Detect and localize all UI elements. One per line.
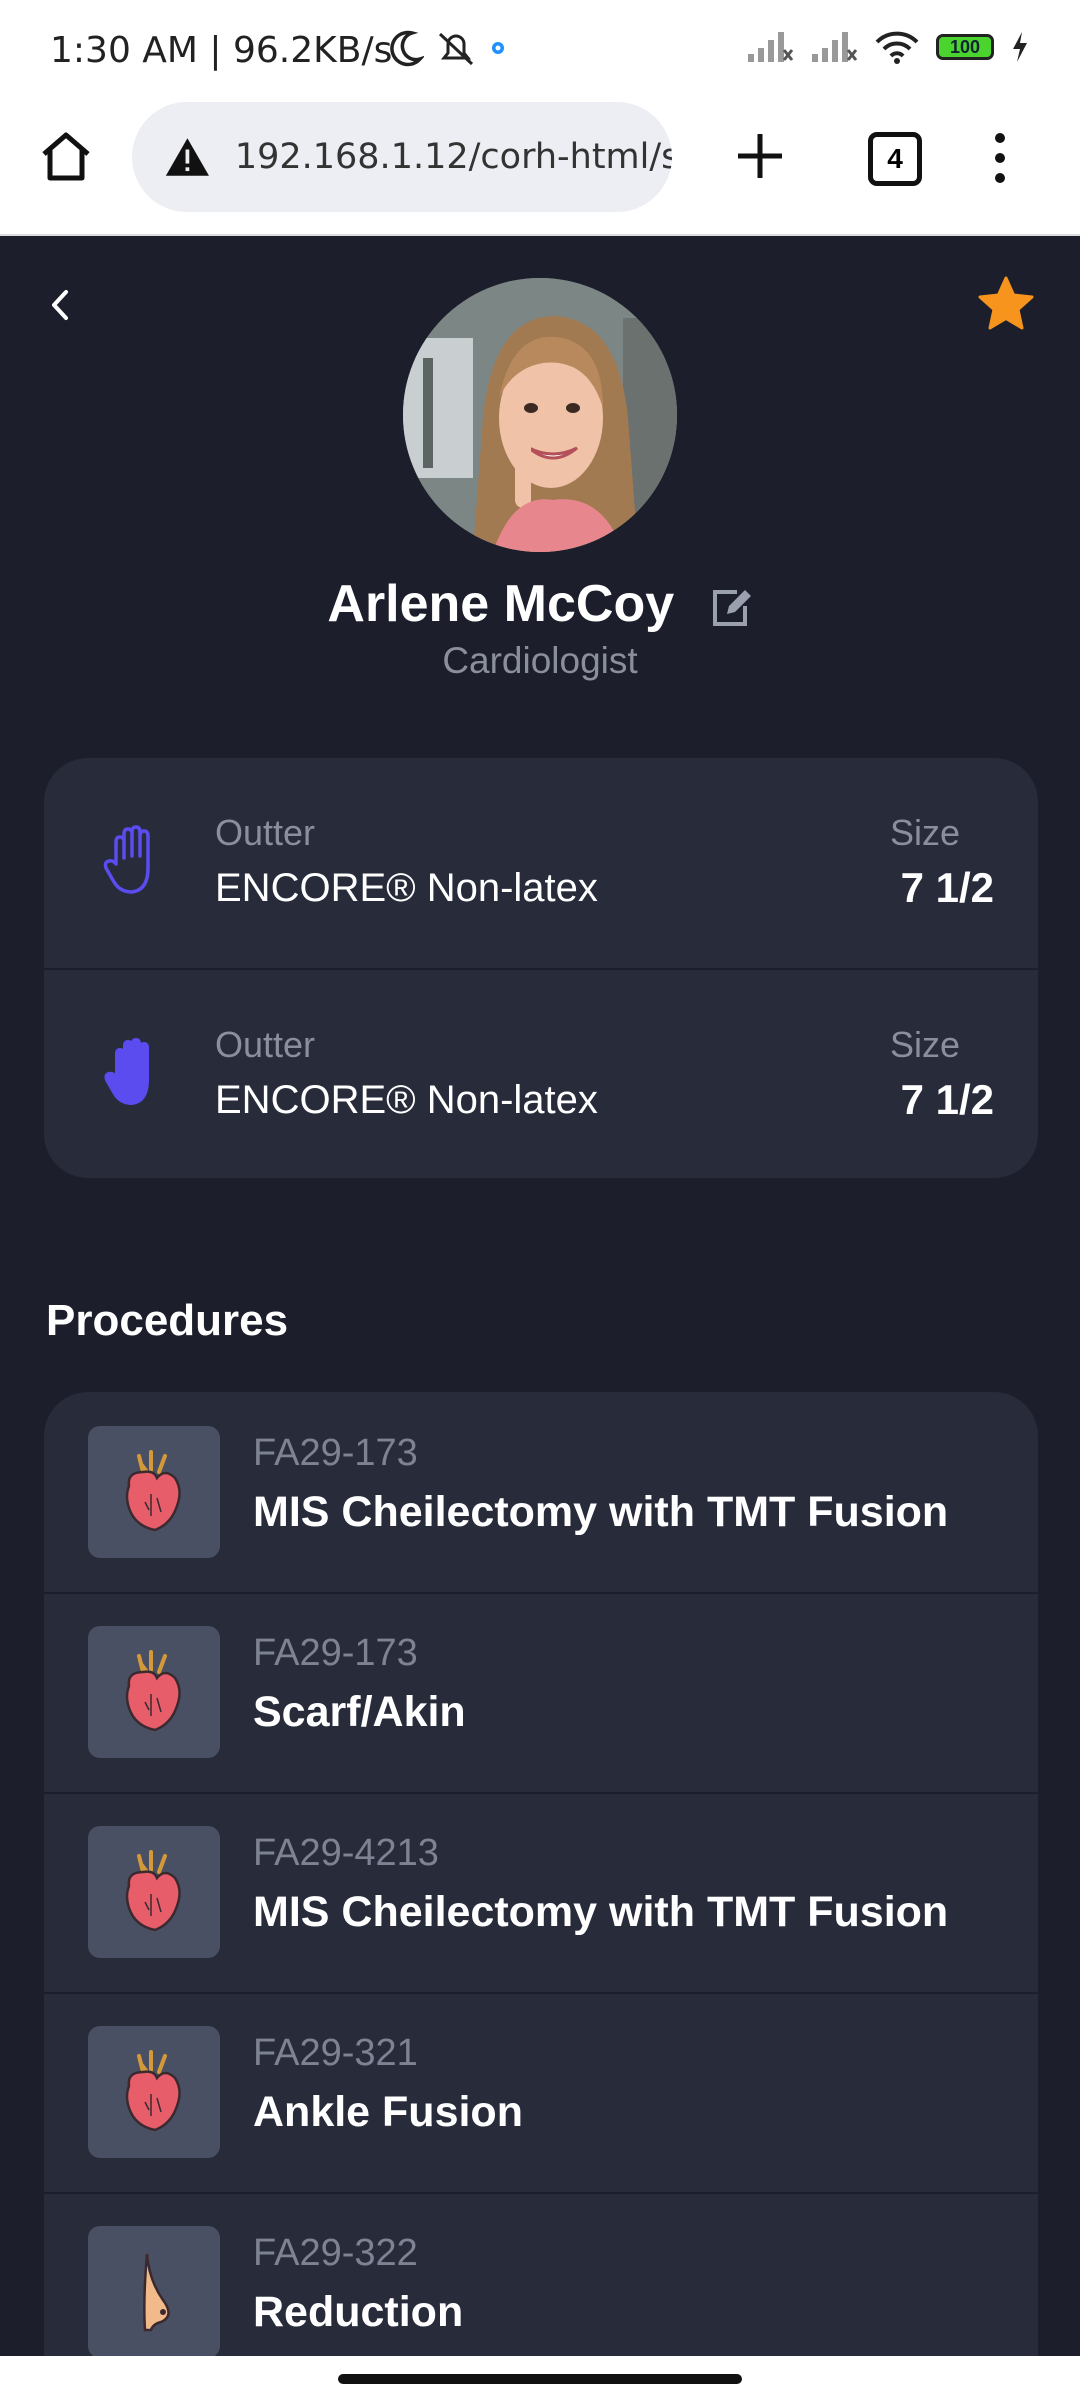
profile-name-row: Arlene McCoy (0, 574, 1080, 634)
status-bar: 1:30 AM | 96.2KB/s 100 (0, 0, 1080, 100)
profile-role: Cardiologist (442, 640, 638, 681)
wifi-icon (875, 31, 919, 64)
status-time: 1:30 AM | 96.2KB/s (50, 30, 393, 71)
procedure-code: FA29-321 (253, 2032, 418, 2074)
glove-name: ENCORE® Non-latex (215, 1078, 598, 1122)
procedure-thumbnail (88, 2226, 220, 2358)
glove-row[interactable]: Outter ENCORE® Non-latex Size 7 1/2 (44, 758, 1038, 968)
procedure-item[interactable]: FA29-173 MIS Cheilectomy with TMT Fusion (44, 1392, 1038, 1594)
procedure-thumbnail (88, 2026, 220, 2158)
battery-indicator: 100 (936, 34, 994, 60)
size-label: Size (889, 812, 960, 853)
size-value: 7 1/2 (900, 1076, 994, 1123)
heart-icon (125, 1850, 181, 1932)
procedures-list: FA29-173 MIS Cheilectomy with TMT Fusion… (44, 1392, 1038, 2392)
breast-icon (143, 2253, 170, 2332)
signal-icon (748, 32, 794, 62)
avatar-photo (403, 278, 677, 552)
procedure-code: FA29-4213 (253, 1832, 439, 1874)
gloves-card: Outter ENCORE® Non-latex Size 7 1/2 Outt… (44, 758, 1038, 1178)
url-text[interactable]: 192.168.1.12/corh-html/su (235, 137, 672, 177)
app-dot-icon (492, 42, 504, 54)
procedure-code: FA29-173 (253, 1432, 418, 1474)
procedure-title: Scarf/Akin (253, 1688, 466, 1736)
back-arrow-icon[interactable] (40, 280, 80, 330)
url-bar[interactable]: 192.168.1.12/corh-html/su (132, 102, 672, 212)
procedure-item[interactable]: FA29-173 Scarf/Akin (44, 1592, 1038, 1794)
moon-icon (390, 30, 424, 67)
home-icon[interactable] (38, 128, 94, 184)
procedure-title: Ankle Fusion (253, 2088, 523, 2136)
warning-icon[interactable] (164, 134, 211, 180)
heart-icon (125, 2050, 181, 2132)
charging-icon (1013, 32, 1027, 62)
procedure-title: MIS Cheilectomy with TMT Fusion (253, 1888, 949, 1936)
system-nav-bar (0, 2356, 1080, 2400)
procedure-title: Reduction (253, 2288, 464, 2336)
size-value: 7 1/2 (900, 864, 994, 911)
procedure-code: FA29-173 (253, 1632, 418, 1674)
favorite-star-icon[interactable] (976, 274, 1036, 334)
procedure-thumbnail (88, 1826, 220, 1958)
signal-icon-2 (812, 32, 858, 62)
status-right-icons: 100 (746, 30, 1030, 64)
new-tab-icon[interactable] (734, 130, 786, 182)
glove-name: ENCORE® Non-latex (215, 866, 598, 910)
procedure-thumbnail (88, 1426, 220, 1558)
tab-switcher-button[interactable]: 4 (868, 132, 922, 186)
browser-toolbar: 192.168.1.12/corh-html/su 4 (0, 100, 1080, 236)
heart-icon (125, 1650, 181, 1732)
glove-label: Outter (215, 812, 316, 853)
status-left-icons (390, 28, 508, 68)
procedure-item[interactable]: FA29-321 Ankle Fusion (44, 1992, 1038, 2194)
glove-label: Outter (215, 1024, 316, 1065)
procedure-item[interactable]: FA29-4213 MIS Cheilectomy with TMT Fusio… (44, 1792, 1038, 1994)
procedure-code: FA29-322 (253, 2232, 418, 2274)
heart-icon (125, 1450, 181, 1532)
procedures-heading: Procedures (46, 1296, 289, 1345)
glove-row[interactable]: Outter ENCORE® Non-latex Size 7 1/2 (44, 968, 1038, 1178)
more-menu-icon[interactable] (990, 130, 1010, 186)
avatar (403, 278, 677, 552)
procedure-thumbnail (88, 1626, 220, 1758)
procedure-title: MIS Cheilectomy with TMT Fusion (253, 1488, 949, 1536)
hand-filled-icon (104, 1038, 149, 1105)
mute-bell-icon (438, 32, 474, 66)
size-label: Size (889, 1024, 960, 1065)
gesture-handle[interactable] (338, 2374, 742, 2384)
profile-name: Arlene McCoy (327, 575, 675, 633)
edit-icon[interactable] (707, 584, 753, 630)
profile-page: Arlene McCoy Cardiologist Outter ENCORE®… (0, 236, 1080, 2392)
hand-outline-icon (103, 825, 150, 894)
